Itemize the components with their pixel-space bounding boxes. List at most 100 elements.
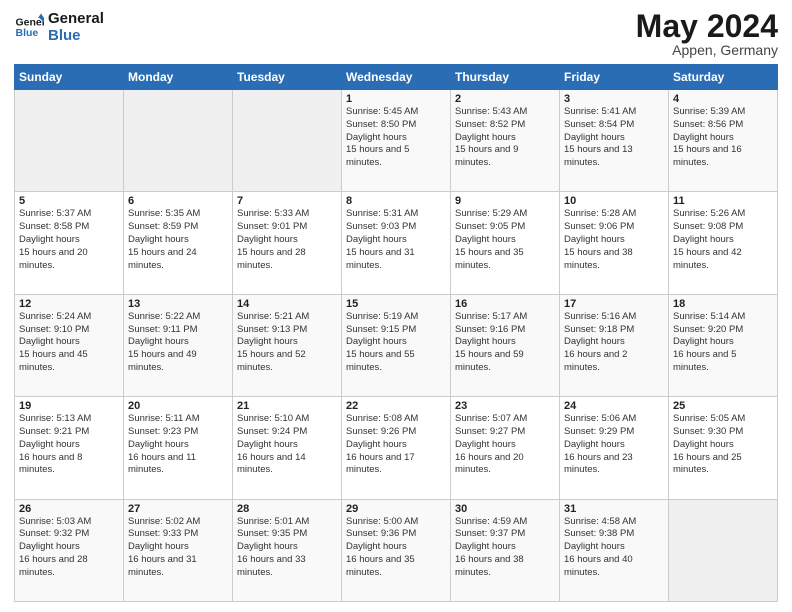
day-number: 24 (564, 400, 664, 412)
logo-line1: General (48, 10, 104, 27)
day-number: 5 (19, 195, 119, 207)
day-info: Sunrise: 5:35 AMSunset: 8:59 PMDaylight … (128, 208, 228, 272)
day-number: 8 (346, 195, 446, 207)
day-info: Sunrise: 5:41 AMSunset: 8:54 PMDaylight … (564, 106, 664, 170)
day-number: 30 (455, 503, 555, 515)
table-row: 6Sunrise: 5:35 AMSunset: 8:59 PMDaylight… (124, 192, 233, 294)
day-info: Sunrise: 5:00 AMSunset: 9:36 PMDaylight … (346, 516, 446, 580)
table-row: 24Sunrise: 5:06 AMSunset: 9:29 PMDayligh… (560, 397, 669, 499)
table-row: 23Sunrise: 5:07 AMSunset: 9:27 PMDayligh… (451, 397, 560, 499)
table-row: 1Sunrise: 5:45 AMSunset: 8:50 PMDaylight… (342, 90, 451, 192)
day-number: 2 (455, 93, 555, 105)
day-number: 6 (128, 195, 228, 207)
day-info: Sunrise: 5:43 AMSunset: 8:52 PMDaylight … (455, 106, 555, 170)
table-row: 18Sunrise: 5:14 AMSunset: 9:20 PMDayligh… (669, 294, 778, 396)
day-info: Sunrise: 5:08 AMSunset: 9:26 PMDaylight … (346, 413, 446, 477)
day-number: 11 (673, 195, 773, 207)
day-number: 15 (346, 298, 446, 310)
day-number: 21 (237, 400, 337, 412)
day-info: Sunrise: 5:21 AMSunset: 9:13 PMDaylight … (237, 311, 337, 375)
day-number: 9 (455, 195, 555, 207)
table-row: 19Sunrise: 5:13 AMSunset: 9:21 PMDayligh… (15, 397, 124, 499)
logo: General Blue General Blue (14, 10, 104, 45)
table-row: 8Sunrise: 5:31 AMSunset: 9:03 PMDaylight… (342, 192, 451, 294)
table-row: 15Sunrise: 5:19 AMSunset: 9:15 PMDayligh… (342, 294, 451, 396)
table-row: 21Sunrise: 5:10 AMSunset: 9:24 PMDayligh… (233, 397, 342, 499)
day-info: Sunrise: 5:29 AMSunset: 9:05 PMDaylight … (455, 208, 555, 272)
header: General Blue General Blue May 2024 Appen… (14, 10, 778, 58)
day-number: 23 (455, 400, 555, 412)
day-number: 14 (237, 298, 337, 310)
col-friday: Friday (560, 65, 669, 90)
table-row: 28Sunrise: 5:01 AMSunset: 9:35 PMDayligh… (233, 499, 342, 601)
svg-text:Blue: Blue (16, 27, 39, 39)
table-row: 27Sunrise: 5:02 AMSunset: 9:33 PMDayligh… (124, 499, 233, 601)
table-row: 4Sunrise: 5:39 AMSunset: 8:56 PMDaylight… (669, 90, 778, 192)
week-row-3: 12Sunrise: 5:24 AMSunset: 9:10 PMDayligh… (15, 294, 778, 396)
day-number: 26 (19, 503, 119, 515)
week-row-4: 19Sunrise: 5:13 AMSunset: 9:21 PMDayligh… (15, 397, 778, 499)
day-info: Sunrise: 5:39 AMSunset: 8:56 PMDaylight … (673, 106, 773, 170)
day-number: 31 (564, 503, 664, 515)
day-info: Sunrise: 5:17 AMSunset: 9:16 PMDaylight … (455, 311, 555, 375)
table-row: 13Sunrise: 5:22 AMSunset: 9:11 PMDayligh… (124, 294, 233, 396)
day-number: 28 (237, 503, 337, 515)
day-number: 20 (128, 400, 228, 412)
col-wednesday: Wednesday (342, 65, 451, 90)
day-info: Sunrise: 5:14 AMSunset: 9:20 PMDaylight … (673, 311, 773, 375)
day-info: Sunrise: 5:11 AMSunset: 9:23 PMDaylight … (128, 413, 228, 477)
week-row-1: 1Sunrise: 5:45 AMSunset: 8:50 PMDaylight… (15, 90, 778, 192)
table-row: 7Sunrise: 5:33 AMSunset: 9:01 PMDaylight… (233, 192, 342, 294)
logo-line2: Blue (48, 27, 104, 44)
table-row: 12Sunrise: 5:24 AMSunset: 9:10 PMDayligh… (15, 294, 124, 396)
logo-icon: General Blue (14, 12, 44, 42)
day-number: 7 (237, 195, 337, 207)
day-info: Sunrise: 5:02 AMSunset: 9:33 PMDaylight … (128, 516, 228, 580)
day-info: Sunrise: 5:01 AMSunset: 9:35 PMDaylight … (237, 516, 337, 580)
table-row (124, 90, 233, 192)
week-row-5: 26Sunrise: 5:03 AMSunset: 9:32 PMDayligh… (15, 499, 778, 601)
header-row: Sunday Monday Tuesday Wednesday Thursday… (15, 65, 778, 90)
table-row (15, 90, 124, 192)
table-row: 25Sunrise: 5:05 AMSunset: 9:30 PMDayligh… (669, 397, 778, 499)
table-row: 31Sunrise: 4:58 AMSunset: 9:38 PMDayligh… (560, 499, 669, 601)
col-tuesday: Tuesday (233, 65, 342, 90)
day-info: Sunrise: 5:33 AMSunset: 9:01 PMDaylight … (237, 208, 337, 272)
location: Appen, Germany (636, 42, 778, 58)
day-info: Sunrise: 5:24 AMSunset: 9:10 PMDaylight … (19, 311, 119, 375)
table-row: 30Sunrise: 4:59 AMSunset: 9:37 PMDayligh… (451, 499, 560, 601)
col-monday: Monday (124, 65, 233, 90)
day-info: Sunrise: 5:10 AMSunset: 9:24 PMDaylight … (237, 413, 337, 477)
title-block: May 2024 Appen, Germany (636, 10, 778, 58)
day-info: Sunrise: 4:58 AMSunset: 9:38 PMDaylight … (564, 516, 664, 580)
table-row (233, 90, 342, 192)
day-info: Sunrise: 5:16 AMSunset: 9:18 PMDaylight … (564, 311, 664, 375)
day-number: 16 (455, 298, 555, 310)
table-row: 9Sunrise: 5:29 AMSunset: 9:05 PMDaylight… (451, 192, 560, 294)
month-title: May 2024 (636, 10, 778, 42)
day-number: 27 (128, 503, 228, 515)
day-number: 12 (19, 298, 119, 310)
day-number: 25 (673, 400, 773, 412)
day-number: 10 (564, 195, 664, 207)
day-info: Sunrise: 4:59 AMSunset: 9:37 PMDaylight … (455, 516, 555, 580)
day-info: Sunrise: 5:07 AMSunset: 9:27 PMDaylight … (455, 413, 555, 477)
col-sunday: Sunday (15, 65, 124, 90)
day-info: Sunrise: 5:26 AMSunset: 9:08 PMDaylight … (673, 208, 773, 272)
col-thursday: Thursday (451, 65, 560, 90)
calendar-table: Sunday Monday Tuesday Wednesday Thursday… (14, 64, 778, 602)
table-row: 2Sunrise: 5:43 AMSunset: 8:52 PMDaylight… (451, 90, 560, 192)
day-info: Sunrise: 5:06 AMSunset: 9:29 PMDaylight … (564, 413, 664, 477)
day-info: Sunrise: 5:03 AMSunset: 9:32 PMDaylight … (19, 516, 119, 580)
table-row: 22Sunrise: 5:08 AMSunset: 9:26 PMDayligh… (342, 397, 451, 499)
week-row-2: 5Sunrise: 5:37 AMSunset: 8:58 PMDaylight… (15, 192, 778, 294)
day-number: 29 (346, 503, 446, 515)
day-number: 4 (673, 93, 773, 105)
day-info: Sunrise: 5:13 AMSunset: 9:21 PMDaylight … (19, 413, 119, 477)
day-info: Sunrise: 5:45 AMSunset: 8:50 PMDaylight … (346, 106, 446, 170)
table-row: 16Sunrise: 5:17 AMSunset: 9:16 PMDayligh… (451, 294, 560, 396)
table-row: 20Sunrise: 5:11 AMSunset: 9:23 PMDayligh… (124, 397, 233, 499)
day-number: 17 (564, 298, 664, 310)
day-info: Sunrise: 5:31 AMSunset: 9:03 PMDaylight … (346, 208, 446, 272)
day-info: Sunrise: 5:19 AMSunset: 9:15 PMDaylight … (346, 311, 446, 375)
